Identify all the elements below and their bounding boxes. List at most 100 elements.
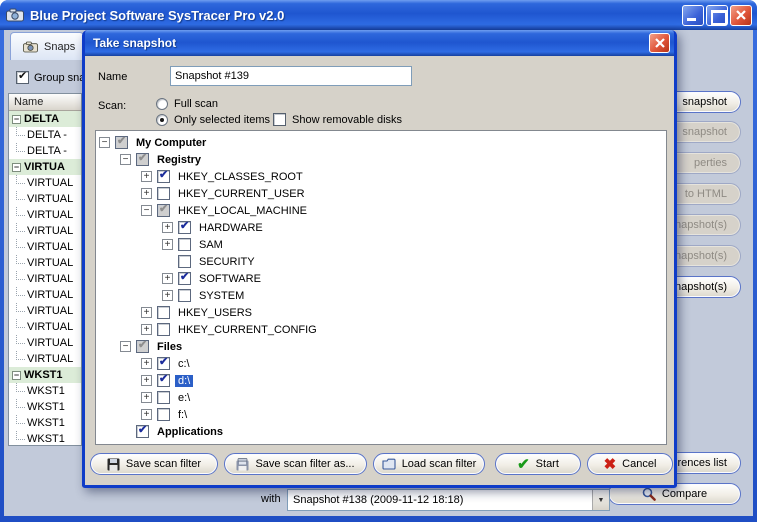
expand-icon[interactable]: + (141, 409, 152, 420)
maximize-button[interactable] (706, 5, 728, 26)
tree-node[interactable]: +✔SOFTWARE (96, 270, 666, 287)
tree-checkbox-unchecked[interactable] (178, 238, 191, 251)
start-button[interactable]: ✔ Start (495, 453, 581, 475)
tree-node[interactable]: + f:\ (96, 406, 666, 423)
tree-node[interactable]: + ✔ d:\ (96, 372, 666, 389)
collapse-icon[interactable]: − (141, 205, 152, 216)
tree-node-label[interactable]: Files (154, 341, 185, 353)
expand-icon[interactable]: + (162, 273, 173, 284)
snapshot-row[interactable]: WKST1 (9, 415, 81, 431)
close-button[interactable] (730, 5, 752, 26)
expand-icon[interactable]: + (141, 171, 152, 182)
tree-node[interactable]: + HKEY_USERS (96, 304, 666, 321)
tree-node-label[interactable]: Registry (154, 154, 204, 166)
tree-checkbox-unchecked[interactable] (178, 289, 191, 302)
snapshot-row[interactable]: VIRTUAL (9, 351, 81, 367)
snapshot-row[interactable]: VIRTUAL (9, 191, 81, 207)
snapshot-row[interactable]: WKST1 (9, 431, 81, 446)
snapshot-row[interactable]: WKST1 (9, 399, 81, 415)
snapshot-row[interactable]: DELTA - (9, 143, 81, 159)
expand-icon[interactable]: + (141, 307, 152, 318)
tree-checkbox-checked[interactable]: ✔ (157, 357, 170, 370)
tree-node[interactable]: ✔Applications (96, 423, 666, 440)
snapshot-row[interactable]: VIRTUAL (9, 303, 81, 319)
expand-icon[interactable]: + (141, 358, 152, 369)
snapshot-row[interactable]: DELTA - (9, 127, 81, 143)
list-header-name[interactable]: Name (9, 94, 81, 111)
tree-node-label[interactable]: c:\ (175, 358, 193, 370)
tree-node-label[interactable]: HKEY_CLASSES_ROOT (175, 171, 306, 183)
expand-icon[interactable]: + (141, 392, 152, 403)
expand-icon[interactable]: + (141, 375, 152, 386)
tree-node-label[interactable]: HARDWARE (196, 222, 266, 234)
tree-node-label[interactable]: d:\ (175, 375, 193, 387)
tree-node[interactable]: + e:\ (96, 389, 666, 406)
tree-checkbox-tristate[interactable]: ✔ (136, 340, 149, 353)
snapshot-name-input[interactable] (170, 66, 412, 86)
tree-checkbox-unchecked[interactable] (157, 323, 170, 336)
tree-node-label[interactable]: f:\ (175, 409, 190, 421)
save-scan-filter-as-button[interactable]: Save scan filter as... (224, 453, 367, 475)
tree-checkbox-checked[interactable]: ✔ (178, 221, 191, 234)
tree-node[interactable]: −✔My Computer (96, 134, 666, 151)
snapshot-group-row[interactable]: −WKST1 (9, 367, 81, 383)
collapse-icon[interactable]: − (99, 137, 110, 148)
show-removable-label[interactable]: Show removable disks (292, 114, 402, 126)
tree-checkbox-unchecked[interactable] (178, 255, 191, 268)
tree-checkbox-unchecked[interactable] (157, 306, 170, 319)
chevron-down-icon[interactable]: ▼ (592, 490, 609, 510)
expand-icon[interactable]: + (162, 290, 173, 301)
snapshot-row[interactable]: VIRTUAL (9, 319, 81, 335)
tree-node[interactable]: +SYSTEM (96, 287, 666, 304)
tree-node[interactable]: + ✔ HKEY_CLASSES_ROOT (96, 168, 666, 185)
tab-snapshots[interactable]: Snaps (10, 32, 84, 60)
tree-node[interactable]: + ✔ c:\ (96, 355, 666, 372)
expand-icon[interactable]: + (162, 222, 173, 233)
snapshot-row[interactable]: VIRTUAL (9, 239, 81, 255)
snapshot-row[interactable]: VIRTUAL (9, 175, 81, 191)
snapshot-row[interactable]: WKST1 (9, 383, 81, 399)
radio-full-scan[interactable] (156, 98, 168, 110)
collapse-icon[interactable]: − (12, 371, 21, 380)
tree-checkbox-checked[interactable]: ✔ (136, 425, 149, 438)
tree-checkbox-checked[interactable]: ✔ (157, 374, 170, 387)
collapse-icon[interactable]: − (12, 163, 21, 172)
tree-node-label[interactable]: SAM (196, 239, 226, 251)
tree-node-label[interactable]: My Computer (133, 137, 209, 149)
radio-full-scan-label[interactable]: Full scan (174, 98, 218, 110)
cancel-button[interactable]: ✖ Cancel (587, 453, 673, 475)
tree-node[interactable]: +HKEY_CURRENT_USER (96, 185, 666, 202)
tree-node[interactable]: +HKEY_CURRENT_CONFIG (96, 321, 666, 338)
snapshot-row[interactable]: VIRTUAL (9, 287, 81, 303)
save-scan-filter-button[interactable]: Save scan filter (90, 453, 218, 475)
tree-checkbox-checked[interactable]: ✔ (157, 170, 170, 183)
snapshot-row[interactable]: VIRTUAL (9, 207, 81, 223)
tree-node[interactable]: −✔ Files (96, 338, 666, 355)
collapse-icon[interactable]: − (120, 341, 131, 352)
show-removable-checkbox[interactable] (273, 113, 286, 126)
tree-node[interactable]: SECURITY (96, 253, 666, 270)
snapshot-group-row[interactable]: −VIRTUA (9, 159, 81, 175)
tree-node-label[interactable]: e:\ (175, 392, 193, 404)
tree-node[interactable]: −✔ HKEY_LOCAL_MACHINE (96, 202, 666, 219)
expand-icon[interactable]: + (162, 239, 173, 250)
group-snapshots-checkbox[interactable]: ✔ Group sna (16, 71, 82, 84)
compare-with-combobox[interactable]: Snapshot #138 (2009-11-12 18:18) ▼ (287, 489, 610, 511)
tree-checkbox-tristate[interactable]: ✔ (136, 153, 149, 166)
tree-checkbox-unchecked[interactable] (157, 187, 170, 200)
tree-node-label[interactable]: HKEY_LOCAL_MACHINE (175, 205, 310, 217)
snapshot-row[interactable]: VIRTUAL (9, 255, 81, 271)
radio-only-selected-label[interactable]: Only selected items (174, 114, 270, 126)
snapshot-row[interactable]: VIRTUAL (9, 271, 81, 287)
tree-node-label[interactable]: SOFTWARE (196, 273, 264, 285)
tree-checkbox-tristate[interactable]: ✔ (157, 204, 170, 217)
minimize-button[interactable] (682, 5, 704, 26)
snapshot-row[interactable]: VIRTUAL (9, 223, 81, 239)
expand-icon[interactable]: + (141, 188, 152, 199)
load-folder-icon-button[interactable]: Load scan filter (373, 453, 485, 475)
tree-node-label[interactable]: HKEY_USERS (175, 307, 255, 319)
collapse-icon[interactable]: − (12, 115, 21, 124)
dialog-close-button[interactable] (649, 33, 670, 53)
tree-node-label[interactable]: HKEY_CURRENT_CONFIG (175, 324, 320, 336)
tree-checkbox-unchecked[interactable] (157, 391, 170, 404)
